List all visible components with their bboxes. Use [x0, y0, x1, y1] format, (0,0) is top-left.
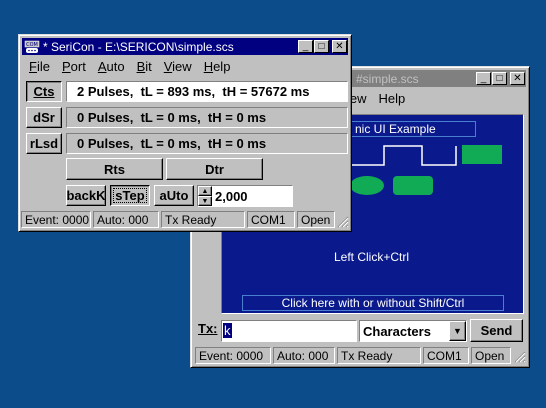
- cts-value-field: 2 Pulses, tL = 893 ms, tH = 57672 ms: [66, 81, 348, 102]
- status-state: Open: [471, 347, 511, 364]
- back-button[interactable]: backK: [66, 185, 106, 206]
- status-auto: Auto: 000: [93, 211, 159, 228]
- spin-up-icon[interactable]: ▲: [198, 186, 212, 196]
- rts-button[interactable]: Rts: [66, 158, 163, 180]
- spin-down-icon[interactable]: ▼: [198, 196, 212, 206]
- dtr-button[interactable]: Dtr: [166, 158, 263, 180]
- rlsd-value: 0 Pulses, tL = 0 ms, tH = 0 ms: [77, 136, 267, 151]
- resize-grip-icon[interactable]: [514, 351, 526, 363]
- chevron-down-icon[interactable]: ▼: [449, 321, 466, 341]
- status-tx: Tx Ready: [161, 211, 245, 228]
- canvas-bottom-button[interactable]: Click here with or without Shift/Ctrl: [242, 295, 504, 311]
- cts-button[interactable]: Cts: [26, 81, 62, 102]
- minimize-icon[interactable]: _: [476, 72, 491, 85]
- status-port: COM1: [423, 347, 469, 364]
- status-events: Event: 0000: [195, 347, 271, 364]
- mode-select[interactable]: Characters ▼: [359, 320, 467, 342]
- menu-help[interactable]: Help: [373, 90, 412, 107]
- dsr-value-field: 0 Pulses, tL = 0 ms, tH = 0 ms: [66, 107, 348, 128]
- interval-value: 2,000: [215, 189, 248, 204]
- tx-input[interactable]: k: [221, 320, 357, 342]
- mode-select-value: Characters: [363, 324, 431, 339]
- menu-help[interactable]: Help: [198, 58, 237, 75]
- front-window: COM * SeriCon - E:\SERICON\simple.scs _ …: [18, 34, 352, 232]
- send-button[interactable]: Send: [470, 319, 523, 342]
- green-ellipse-shape[interactable]: [350, 176, 384, 195]
- menu-file[interactable]: File: [23, 58, 56, 75]
- sericon-app-icon[interactable]: COM: [24, 40, 40, 54]
- minimize-icon[interactable]: _: [298, 40, 313, 53]
- canvas-heading: nic UI Example: [350, 121, 476, 137]
- tx-label: Tx:: [198, 321, 218, 336]
- cts-value: 2 Pulses, tL = 893 ms, tH = 57672 ms: [77, 84, 310, 99]
- green-rounded-shape[interactable]: [393, 176, 433, 195]
- status-events: Event: 0000: [21, 211, 91, 228]
- close-icon[interactable]: ✕: [510, 72, 525, 85]
- canvas-center-text: Left Click+Ctrl: [334, 250, 410, 264]
- front-window-titlebar[interactable]: COM * SeriCon - E:\SERICON\simple.scs _ …: [22, 38, 348, 55]
- svg-text:COM: COM: [26, 42, 38, 48]
- status-state: Open: [297, 211, 335, 228]
- front-window-title: * SeriCon - E:\SERICON\simple.scs: [43, 39, 234, 54]
- menu-view[interactable]: View: [158, 58, 198, 75]
- dsr-button[interactable]: dSr: [26, 107, 62, 128]
- green-rectangle-shape[interactable]: [462, 145, 502, 164]
- menu-bit[interactable]: Bit: [131, 58, 158, 75]
- status-tx: Tx Ready: [337, 347, 421, 364]
- menu-auto[interactable]: Auto: [92, 58, 131, 75]
- close-icon[interactable]: ✕: [332, 40, 347, 53]
- status-port: COM1: [247, 211, 295, 228]
- interval-spinner[interactable]: ▲ ▼ 2,000: [197, 185, 293, 207]
- menu-port[interactable]: Port: [56, 58, 92, 75]
- auto-button[interactable]: aUto: [154, 185, 194, 206]
- tx-input-value: k: [223, 323, 232, 338]
- rlsd-button[interactable]: rLsd: [26, 133, 62, 154]
- back-window-menubar: iew Help: [341, 90, 525, 107]
- step-button[interactable]: sTep: [110, 185, 150, 206]
- maximize-icon[interactable]: □: [492, 72, 507, 85]
- rlsd-value-field: 0 Pulses, tL = 0 ms, tH = 0 ms: [66, 133, 348, 154]
- front-window-menubar: File Port Auto Bit View Help: [23, 58, 347, 75]
- status-auto: Auto: 000: [273, 347, 335, 364]
- resize-grip-icon[interactable]: [337, 216, 349, 228]
- maximize-icon[interactable]: □: [314, 40, 329, 53]
- dsr-value: 0 Pulses, tL = 0 ms, tH = 0 ms: [77, 110, 267, 125]
